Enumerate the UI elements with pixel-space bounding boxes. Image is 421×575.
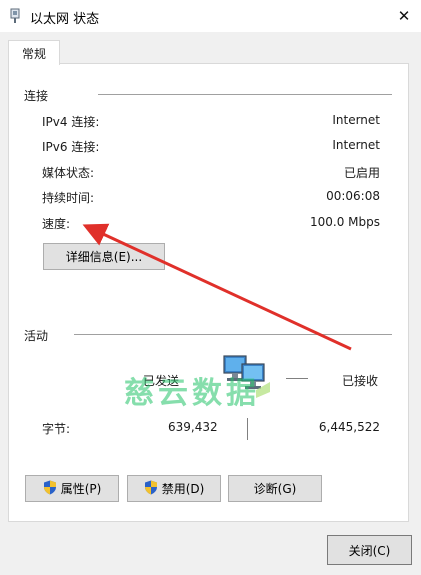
received-label: 已接收 [342, 374, 379, 388]
activity-separator [247, 418, 248, 440]
bytes-label: 字节: [42, 422, 71, 436]
close-icon: ✕ [397, 7, 411, 25]
close-window-button[interactable]: ✕ [390, 3, 418, 29]
watermark: 慈云数据 [124, 376, 260, 411]
details-button-label: 详细信息(E)... [65, 250, 143, 264]
details-button[interactable]: 详细信息(E)... [43, 243, 165, 270]
shield-icon [144, 480, 158, 498]
diagnose-button-label: 诊断(G) [253, 482, 297, 496]
tab-general-label: 常规 [21, 47, 46, 61]
close-button[interactable]: 关闭(C) [327, 535, 412, 565]
ipv4-connectivity-value: Internet [332, 113, 380, 127]
ipv6-connectivity-label: IPv6 连接: [42, 140, 100, 154]
activity-group-divider [74, 334, 392, 335]
media-state-value: 已启用 [343, 166, 380, 180]
network-adapter-icon [8, 8, 22, 24]
diagnose-button[interactable]: 诊断(G) [228, 475, 322, 502]
duration-label: 持续时间: [42, 191, 95, 205]
speed-label: 速度: [42, 217, 71, 231]
properties-button-label: 属性(P) [60, 482, 102, 496]
connection-group-title: 连接 [24, 89, 49, 103]
ipv6-connectivity-value: Internet [332, 138, 380, 152]
ipv4-connectivity-label: IPv4 连接: [42, 115, 100, 129]
general-panel [8, 63, 409, 522]
activity-group-title: 活动 [24, 329, 49, 343]
media-state-label: 媒体状态: [42, 166, 95, 180]
tab-general[interactable]: 常规 [8, 40, 60, 65]
disable-button-label: 禁用(D) [161, 482, 205, 496]
connection-group-divider [98, 94, 392, 95]
disable-button[interactable]: 禁用(D) [127, 475, 221, 502]
close-button-label: 关闭(C) [348, 543, 391, 558]
speed-value: 100.0 Mbps [309, 215, 380, 229]
duration-value: 00:06:08 [326, 189, 380, 203]
properties-button[interactable]: 属性(P) [25, 475, 119, 502]
bytes-sent-value: 639,432 [168, 420, 218, 434]
activity-dash [286, 378, 308, 379]
bytes-received-value: 6,445,522 [318, 420, 380, 434]
shield-icon [43, 480, 57, 498]
window-title: 以太网 状态 [30, 12, 100, 27]
